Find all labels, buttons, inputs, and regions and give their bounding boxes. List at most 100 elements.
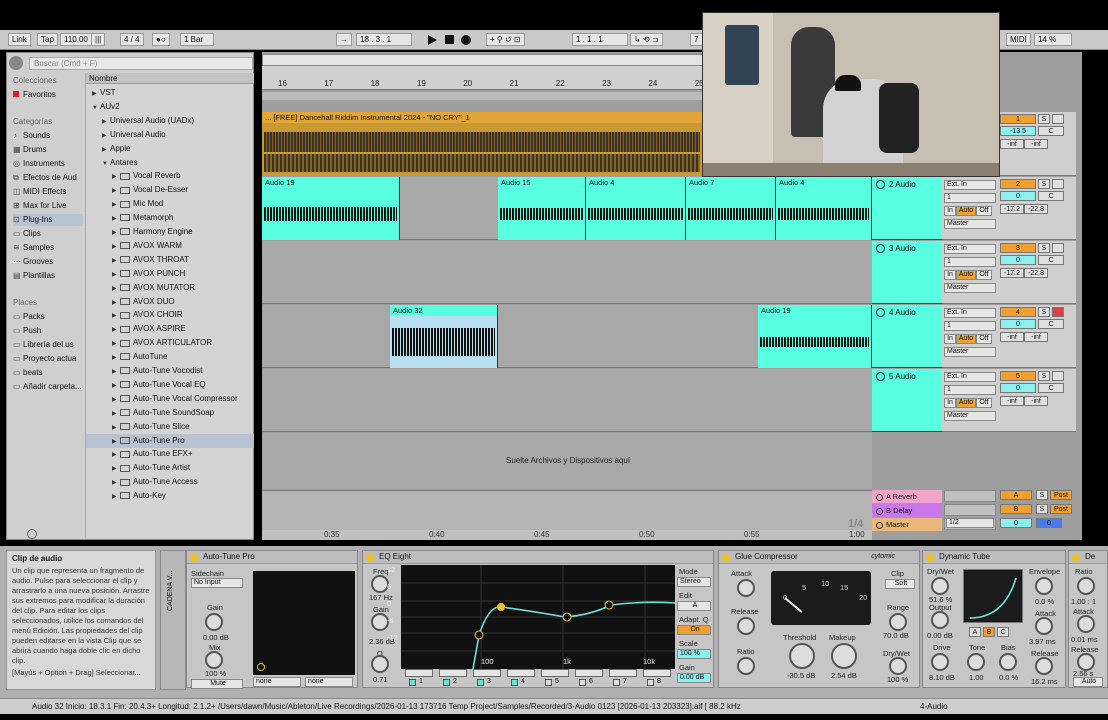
browser-tree-item[interactable]: ▶ Universal Audio (UADx) — [86, 114, 254, 128]
volume-field[interactable]: 0 — [1000, 319, 1036, 329]
attack-knob[interactable] — [737, 579, 755, 597]
browser-tree-item[interactable]: ▶ Metamorph — [86, 211, 254, 225]
place-item[interactable]: ▭ beats — [13, 367, 85, 379]
track-activator[interactable]: 1 — [1000, 114, 1036, 124]
browser-tree-item[interactable]: ▶ Auto-Tune EFX+ — [86, 447, 254, 461]
track-activator[interactable]: 2 — [1000, 179, 1036, 189]
band-toggle[interactable] — [477, 679, 484, 686]
pan-field[interactable]: C — [1038, 255, 1064, 265]
link-button[interactable]: Link — [8, 33, 31, 46]
record-icon[interactable] — [461, 35, 471, 45]
track-name[interactable]: 4 Audio — [876, 308, 916, 318]
track-activator[interactable]: 3 — [1000, 243, 1036, 253]
arm-button[interactable] — [1052, 371, 1064, 381]
audio-clip[interactable]: Audio 4 — [776, 177, 872, 240]
browser-tree-item[interactable]: ▶ AVOX ARTICULATOR — [86, 336, 254, 350]
place-item[interactable]: ▭ Proyecto actua — [13, 353, 85, 365]
track-lane-4[interactable]: Audio 32 Audio 19 — [262, 305, 872, 368]
chevron-right-icon[interactable]: ▶ — [112, 240, 120, 254]
signature-field[interactable]: 4 / 4 — [120, 33, 144, 46]
fold-icon[interactable] — [876, 308, 885, 318]
chevron-right-icon[interactable]: ▶ — [102, 143, 110, 157]
scale-field[interactable]: 100 % — [677, 649, 711, 659]
mode-select[interactable]: Stereo — [677, 577, 711, 587]
browser-tree-item[interactable]: ▶ AVOX THROAT — [86, 253, 254, 267]
chain-strip[interactable]: CADENA V... — [160, 550, 186, 690]
filter-type-icon[interactable] — [507, 669, 535, 677]
glue-compressor-device[interactable]: Glue Compressor cytomic Attack Release Ra… — [718, 550, 920, 688]
ratio-knob[interactable] — [737, 657, 755, 675]
filter-type-icon[interactable] — [609, 669, 637, 677]
chevron-right-icon[interactable]: ▶ — [112, 407, 120, 421]
mix-knob[interactable] — [205, 651, 223, 669]
device-title[interactable]: De — [1069, 551, 1107, 564]
device-title[interactable]: Dynamic Tube — [923, 551, 1065, 564]
browser-tree-item[interactable]: ▼ Antares — [86, 156, 254, 170]
browser-toggle-icon[interactable] — [9, 56, 23, 70]
power-icon[interactable] — [1072, 554, 1080, 562]
fold-icon[interactable] — [876, 372, 885, 382]
monitor-auto-button[interactable]: Auto — [956, 398, 976, 408]
position-field[interactable]: 18 . 3 . 1 — [356, 33, 412, 46]
browser-tree-item[interactable]: ▶ Auto-Tune Pro — [86, 433, 254, 448]
select-2[interactable]: none — [305, 677, 353, 687]
eq-band-selector[interactable]: 5 — [541, 669, 571, 687]
browser-tree-item[interactable]: ▶ AVOX PUNCH — [86, 267, 254, 281]
power-icon[interactable] — [926, 554, 934, 562]
plugin-display[interactable] — [253, 571, 355, 675]
arm-button[interactable] — [1052, 114, 1064, 124]
envelope-knob[interactable] — [1035, 577, 1053, 595]
output-select[interactable]: Master — [944, 411, 996, 421]
input-type-select[interactable]: Ext. In — [944, 372, 996, 382]
browser-search-input[interactable]: Buscar (Cmd + F) — [29, 57, 253, 70]
input-type-select[interactable]: Ext. In — [944, 308, 996, 318]
drive-knob[interactable] — [931, 653, 949, 671]
output-select[interactable]: Master — [944, 283, 996, 293]
audio-clip[interactable]: Audio 32 — [390, 305, 498, 368]
category-item[interactable]: ⋯ Grooves — [13, 256, 53, 268]
track-lane-2[interactable]: Audio 19 Audio 15 Audio 4 Audio 7 Audio 4 — [262, 177, 872, 240]
band-toggle[interactable] — [647, 679, 654, 686]
device-title[interactable]: EQ Eight — [363, 551, 713, 564]
monitor-in-button[interactable]: In — [944, 334, 956, 344]
chevron-right-icon[interactable]: ▶ — [102, 129, 110, 143]
drywet-knob[interactable] — [889, 657, 907, 675]
pan-field[interactable]: C — [1038, 383, 1064, 393]
track-lane-3[interactable] — [262, 241, 872, 304]
mute-button[interactable]: Mute — [191, 679, 243, 689]
browser-tree-item[interactable]: ▼ AUv2 — [86, 100, 254, 114]
post-button[interactable]: Post — [1050, 504, 1072, 514]
place-item[interactable]: ▭ Librería del us — [13, 339, 85, 351]
chevron-right-icon[interactable]: ▶ — [112, 212, 120, 226]
browser-tree-item[interactable]: ▶ Auto-Tune Vocodist — [86, 364, 254, 378]
volume-field[interactable]: 0 — [1000, 191, 1036, 201]
input-type-select[interactable]: Ext. In — [944, 244, 996, 254]
filter-type-icon[interactable] — [405, 669, 433, 677]
gain-knob[interactable] — [205, 613, 223, 631]
category-item[interactable]: ⊡ Plug-Ins — [13, 214, 83, 226]
place-item[interactable]: ▭ Push — [13, 325, 85, 337]
threshold-knob[interactable] — [789, 643, 815, 669]
drop-area[interactable]: Suelte Archivos y Dispositivos aquí — [262, 433, 872, 489]
chevron-right-icon[interactable]: ▶ — [112, 282, 120, 296]
favorites-item[interactable]: Favoritos — [13, 89, 56, 101]
return-activator[interactable]: B — [1000, 504, 1032, 514]
eq-band-selector[interactable]: 4 — [507, 669, 537, 687]
tap-button[interactable]: Tap — [37, 33, 58, 46]
chevron-right-icon[interactable]: ▶ — [112, 448, 120, 462]
input-channel-select[interactable]: 1 — [944, 257, 996, 267]
category-item[interactable]: ▤ Plantillas — [13, 270, 55, 282]
track-name[interactable]: 2 Audio — [876, 180, 916, 190]
category-item[interactable]: ◫ MIDI Effects — [13, 186, 66, 198]
punch-icon[interactable]: ↳ ⟲ ⊐ — [630, 33, 663, 46]
chevron-right-icon[interactable]: ▶ — [112, 476, 120, 490]
chevron-right-icon[interactable]: ▶ — [112, 490, 120, 504]
clip-select[interactable]: Soft — [885, 579, 915, 589]
monitor-off-button[interactable]: Off — [976, 398, 992, 408]
output-gain-field[interactable]: 0.00 dB — [677, 673, 711, 683]
follow-icon[interactable]: → — [336, 33, 352, 46]
eq-band-selector[interactable]: 7 — [609, 669, 639, 687]
master-output-select[interactable]: 1/2 — [946, 518, 994, 528]
chevron-right-icon[interactable]: ▶ — [112, 462, 120, 476]
browser-tree-item[interactable]: ▶ VST — [86, 86, 254, 100]
